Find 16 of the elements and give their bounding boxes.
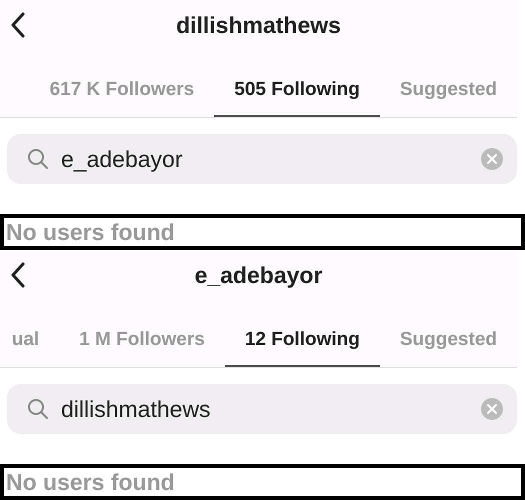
search-bar[interactable]: dillishmathews [7,384,517,434]
back-icon [10,262,26,288]
close-icon [487,154,497,164]
empty-message: No users found [6,468,175,496]
tab[interactable]: 505 Following [214,64,380,117]
profile-username: e_adebayor [194,262,322,288]
tab[interactable]: 12 Following [224,314,380,367]
search-input[interactable]: e_adebayor [61,146,469,172]
search-bar[interactable]: e_adebayor [7,134,517,184]
profile-username: dillishmathews [176,12,341,38]
back-icon [10,12,26,38]
close-icon [487,404,497,414]
search-input[interactable]: dillishmathews [61,396,469,422]
search-icon [27,148,49,170]
search-icon [27,398,49,420]
empty-message: No users found [6,218,175,246]
